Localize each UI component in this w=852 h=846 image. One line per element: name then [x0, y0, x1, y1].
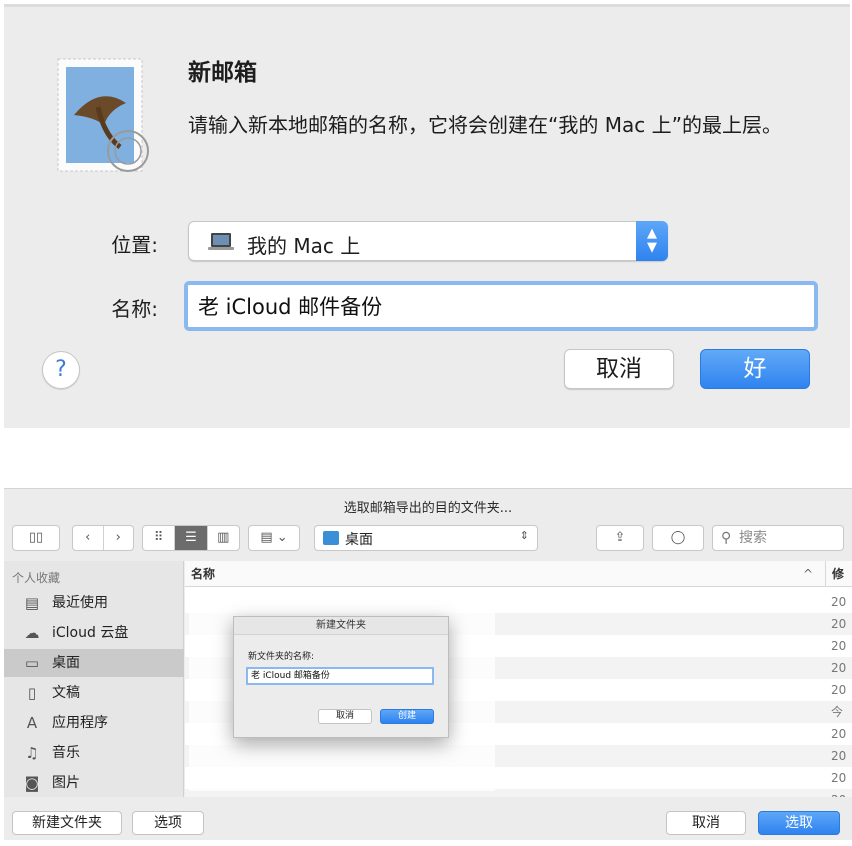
tag-icon: ◯ [670, 530, 686, 545]
sort-ascending-icon: ^ [803, 567, 814, 581]
row-date: 20 [831, 749, 847, 763]
column-header-modified[interactable]: 修 [825, 561, 844, 587]
group-button[interactable]: ▤ ⌄ [248, 525, 300, 551]
options-button[interactable]: 选项 [132, 811, 204, 835]
export-folder-panel: 选取邮箱导出的目的文件夹... ▯▯ ‹ › ⠿ ☰ ▥ ▤ ⌄ 桌面 ⇕ ⇪ … [4, 488, 852, 840]
row-date: 20 [831, 727, 847, 741]
row-date: 20 [831, 617, 847, 631]
search-icon: ⚲ [721, 530, 732, 546]
new-folder-label: 新文件夹的名称: [248, 652, 315, 662]
popup-chevron-icon: ▲ ▼ [636, 221, 668, 261]
sidebar-item-applications[interactable]: A 应用程序 [4, 709, 184, 737]
share-button[interactable]: ⇪ [596, 525, 644, 551]
panel-cancel-button[interactable]: 取消 [666, 811, 746, 835]
cancel-button[interactable]: 取消 [564, 349, 674, 389]
location-label: 位置: [111, 233, 158, 257]
desktop-icon: ▭ [24, 654, 40, 672]
create-folder-button[interactable]: 创建 [380, 709, 434, 724]
search-field[interactable]: ⚲ 搜索 [712, 525, 844, 551]
ok-button[interactable]: 好 [700, 349, 810, 389]
group-icon: ▤ ⌄ [260, 530, 288, 545]
column-header-name[interactable]: 名称 [191, 561, 215, 587]
row-date: 今 [831, 705, 844, 719]
dialog-message: 请输入新本地邮箱的名称，它将会创建在“我的 Mac 上”的最上层。 [188, 113, 782, 137]
mail-app-stamp-icon [57, 58, 149, 172]
sidebar-item-desktop[interactable]: ▭ 桌面 [4, 649, 184, 677]
row-date: 20 [831, 661, 847, 675]
sidebar-item-label: 桌面 [52, 655, 80, 671]
sidebar-item-label: 应用程序 [52, 715, 108, 731]
view-mode-segment: ⠿ ☰ ▥ [142, 525, 240, 551]
sidebar-item-recents[interactable]: ▤ 最近使用 [4, 589, 184, 617]
cloud-icon: ☁ [24, 624, 40, 642]
sidebar: 个人收藏 ▤ 最近使用 ☁ iCloud 云盘 ▭ 桌面 ▯ 文稿 A 应用程序… [4, 561, 184, 797]
mailbox-name-field[interactable] [184, 281, 818, 331]
path-value: 桌面 [345, 532, 373, 548]
sidebar-heading: 个人收藏 [12, 571, 61, 585]
sidebar-item-label: iCloud 云盘 [52, 625, 129, 641]
sidebar-item-label: 音乐 [52, 745, 80, 761]
new-folder-button[interactable]: 新建文件夹 [12, 811, 122, 835]
dialog-title: 新邮箱 [188, 60, 257, 86]
recents-icon: ▤ [24, 594, 40, 612]
share-icon: ⇪ [614, 530, 626, 545]
list-view-icon[interactable]: ☰ [175, 526, 208, 550]
sidebar-item-label: 最近使用 [52, 595, 108, 611]
nav-buttons: ‹ › [72, 525, 134, 551]
camera-icon: ◙ [24, 774, 40, 792]
new-mailbox-dialog: 新邮箱 请输入新本地邮箱的名称，它将会创建在“我的 Mac 上”的最上层。 位置… [4, 4, 850, 428]
sidebar-item-music[interactable]: ♫ 音乐 [4, 739, 184, 767]
new-folder-cancel-button[interactable]: 取消 [318, 709, 372, 724]
tag-button[interactable]: ◯ [652, 525, 704, 551]
row-date: 20 [831, 789, 846, 797]
row-date: 20 [831, 639, 847, 653]
location-path-popup[interactable]: 桌面 ⇕ [314, 525, 538, 551]
new-folder-dialog: 新建文件夹 新文件夹的名称: 老 iCloud 邮箱备份 取消 创建 [233, 616, 449, 738]
laptop-icon [208, 233, 234, 250]
new-folder-name-input[interactable]: 老 iCloud 邮箱备份 [246, 667, 434, 685]
search-placeholder: 搜索 [739, 530, 767, 546]
location-popup[interactable]: 我的 Mac 上 ▲ ▼ [188, 221, 668, 261]
sidebar-item-documents[interactable]: ▯ 文稿 [4, 679, 184, 707]
panel-title: 选取邮箱导出的目的文件夹... [343, 501, 513, 516]
help-button[interactable]: ? [42, 351, 80, 389]
desktop-folder-icon [323, 531, 339, 545]
list-header: 名称 ^ 修 [185, 561, 852, 587]
applications-icon: A [26, 714, 38, 732]
row-date: 20 [831, 683, 847, 697]
forward-icon[interactable]: › [104, 526, 134, 550]
location-value: 我的 Mac 上 [247, 234, 361, 258]
sidebar-toggle-button[interactable]: ▯▯ [12, 525, 60, 551]
row-date: 20 [831, 771, 847, 785]
sidebar-item-label: 图片 [52, 775, 80, 791]
new-folder-title: 新建文件夹 [234, 617, 448, 635]
sidebar-item-icloud[interactable]: ☁ iCloud 云盘 [4, 619, 184, 647]
popup-chevron-icon: ⇕ [519, 529, 529, 542]
icon-view-icon[interactable]: ⠿ [143, 526, 176, 550]
music-icon: ♫ [25, 744, 39, 762]
row-date: 20 [831, 595, 847, 609]
sidebar-item-label: 文稿 [52, 685, 80, 701]
sidebar-item-pictures[interactable]: ◙ 图片 [4, 769, 184, 797]
column-view-icon[interactable]: ▥ [208, 526, 239, 550]
choose-button[interactable]: 选取 [758, 811, 840, 835]
mailbox-name-input[interactable] [188, 285, 814, 327]
documents-icon: ▯ [27, 684, 37, 702]
back-icon[interactable]: ‹ [73, 526, 104, 550]
sidebar-icon: ▯▯ [28, 530, 44, 545]
name-label: 名称: [111, 297, 158, 321]
